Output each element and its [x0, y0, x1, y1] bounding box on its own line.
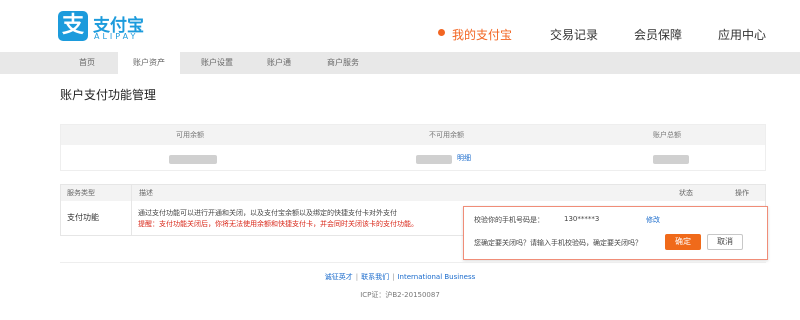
header-unavailable-balance: 不可用余额 — [429, 131, 464, 139]
subnav-account-assets[interactable]: 账户资产 — [118, 52, 180, 74]
subnav-merchant-service[interactable]: 商户服务 — [312, 52, 374, 74]
icp-license: ICP证：沪B2-20150087 — [360, 291, 440, 299]
th-service-type: 服务类型 — [67, 189, 95, 197]
footer-divider — [60, 262, 766, 263]
unavailable-balance-value — [416, 155, 452, 164]
footer-link-careers[interactable]: 诚征英才 — [325, 273, 353, 281]
logo-text-en: ALIPAY — [94, 32, 139, 41]
alipay-logo[interactable]: 支 支付宝 ALIPAY — [58, 10, 208, 44]
header-total-balance: 账户总额 — [653, 131, 681, 139]
th-description: 描述 — [139, 189, 153, 197]
subnav-account-settings[interactable]: 账户设置 — [186, 52, 248, 74]
balance-detail-link[interactable]: 明细 — [457, 153, 471, 163]
cancel-button[interactable]: 取消 — [707, 234, 743, 250]
confirm-question: 您确定要关闭吗？请输入手机校验码，确定要关闭吗？ — [474, 239, 642, 247]
balance-summary: 可用余额 不可用余额 账户总额 明细 — [60, 124, 766, 171]
active-dot-icon — [438, 29, 445, 36]
column-divider — [131, 185, 132, 235]
confirm-button[interactable]: 确定 — [665, 234, 701, 250]
page-title: 账户支付功能管理 — [60, 88, 157, 102]
nav-member-protection[interactable]: 会员保障 — [634, 26, 682, 43]
header-available-balance: 可用余额 — [176, 131, 204, 139]
top-header: 支 支付宝 ALIPAY 我的支付宝 交易记录 会员保障 应用中心 — [0, 0, 800, 52]
row-service-type: 支付功能 — [67, 213, 99, 222]
footer-separator: | — [392, 273, 395, 281]
close-confirm-popup: 校验你的手机号码是： 130*****3 修改 您确定要关闭吗？请输入手机校验码… — [463, 206, 768, 260]
subnav-account-link[interactable]: 账户通 — [254, 52, 304, 74]
total-balance-value — [653, 155, 689, 164]
nav-transactions[interactable]: 交易记录 — [550, 26, 598, 43]
table-header: 服务类型 描述 状态 操作 — [61, 185, 765, 201]
alipay-logo-icon: 支 — [58, 11, 88, 41]
footer-link-contact[interactable]: 联系我们 — [361, 273, 389, 281]
footer-separator: | — [355, 273, 359, 281]
footer-links: 诚征英才 | 联系我们 | International Business — [0, 272, 800, 282]
subnav-home[interactable]: 首页 — [62, 52, 112, 74]
footer-link-international[interactable]: International Business — [397, 273, 475, 281]
th-status: 状态 — [679, 189, 693, 197]
row-warning: 提醒：支付功能关闭后，你将无法使用余额和快捷支付卡，并会同时关闭该卡的支付功能。 — [138, 220, 418, 228]
summary-header: 可用余额 不可用余额 账户总额 — [61, 125, 765, 145]
nav-my-alipay[interactable]: 我的支付宝 — [452, 26, 512, 43]
nav-app-center[interactable]: 应用中心 — [718, 26, 766, 43]
th-action: 操作 — [735, 189, 749, 197]
sub-nav: 首页 账户资产 账户设置 账户通 商户服务 — [0, 52, 800, 74]
masked-phone-number: 130*****3 — [564, 215, 600, 223]
row-description: 通过支付功能可以进行开通和关闭，以及支付宝余额以及绑定的快捷支付卡对外支付 — [138, 209, 397, 217]
modify-phone-link[interactable]: 修改 — [646, 215, 660, 225]
phone-check-label: 校验你的手机号码是： — [474, 216, 544, 224]
available-balance-value — [169, 155, 217, 164]
